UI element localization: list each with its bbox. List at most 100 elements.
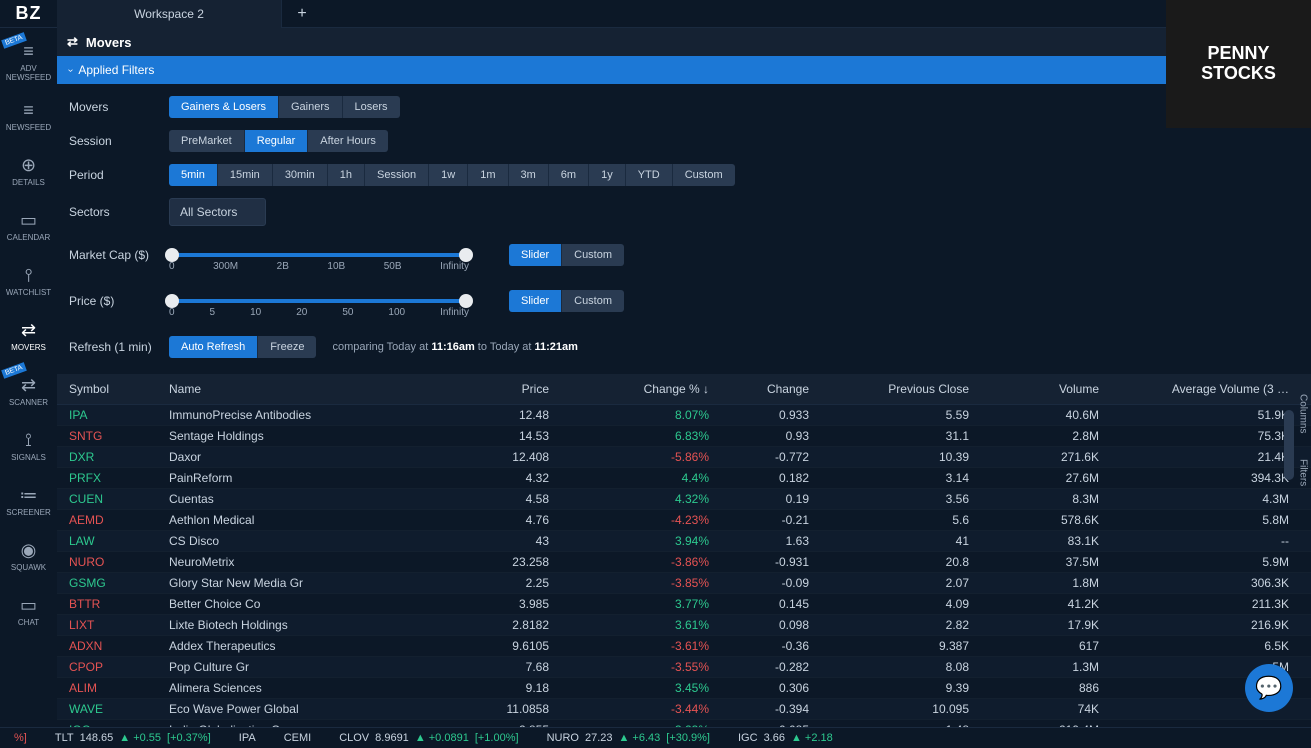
cell-symbol[interactable]: AEMD bbox=[69, 513, 169, 527]
seg-movers-option-gainers-&-losers[interactable]: Gainers & Losers bbox=[169, 96, 279, 118]
add-workspace-button[interactable]: + bbox=[282, 5, 322, 23]
table-row[interactable]: DXRDaxor12.408-5.86%-0.77210.39271.6K21.… bbox=[57, 447, 1311, 468]
seg-session-option-premarket[interactable]: PreMarket bbox=[169, 130, 245, 152]
ticker-item-CEMI[interactable]: CEMI bbox=[270, 732, 326, 744]
cell-symbol[interactable]: GSMG bbox=[69, 576, 169, 590]
table-row[interactable]: NURONeuroMetrix23.258-3.86%-0.93120.837.… bbox=[57, 552, 1311, 573]
seg-period-option-15min[interactable]: 15min bbox=[218, 164, 273, 186]
cell-symbol[interactable]: ALIM bbox=[69, 681, 169, 695]
workspace-tab[interactable]: Workspace 2 bbox=[57, 0, 282, 28]
ticker-item-CLOV[interactable]: CLOV8.9691▲ +0.0891[+1.00%] bbox=[325, 732, 532, 744]
cell-symbol[interactable]: IPA bbox=[69, 408, 169, 422]
table-body[interactable]: IPAImmunoPrecise Antibodies12.488.07%0.9… bbox=[57, 405, 1311, 727]
col-price[interactable]: Price bbox=[449, 382, 549, 396]
sidebar-item-screener[interactable]: ≔SCREENER bbox=[0, 474, 57, 529]
cell-symbol[interactable]: SNTG bbox=[69, 429, 169, 443]
sectors-select[interactable]: All Sectors bbox=[169, 198, 266, 226]
table-row[interactable]: CUENCuentas4.584.32%0.193.568.3M4.3M bbox=[57, 489, 1311, 510]
sidebar-item-adv-newsfeed[interactable]: BETA≡ADV NEWSFEED bbox=[0, 34, 57, 89]
table-row[interactable]: CPOPPop Culture Gr7.68-3.55%-0.2828.081.… bbox=[57, 657, 1311, 678]
table-row[interactable]: AEMDAethlon Medical4.76-4.23%-0.215.6578… bbox=[57, 510, 1311, 531]
col-change-pct[interactable]: Change % ↓ bbox=[549, 382, 709, 396]
price-slider-knob-min[interactable] bbox=[165, 294, 179, 308]
table-scrollbar[interactable] bbox=[1284, 410, 1294, 480]
table-row[interactable]: GSMGGlory Star New Media Gr2.25-3.85%-0.… bbox=[57, 573, 1311, 594]
table-row[interactable]: LIXTLixte Biotech Holdings2.81823.61%0.0… bbox=[57, 615, 1311, 636]
ticker-item-IPA[interactable]: IPA bbox=[225, 732, 270, 744]
mcap-slider-knob-max[interactable] bbox=[459, 248, 473, 262]
sidebar-item-scanner[interactable]: BETA⇄SCANNER bbox=[0, 364, 57, 419]
ticker-item-NURO[interactable]: NURO27.23▲ +6.43[+30.9%] bbox=[533, 732, 724, 744]
table-row[interactable]: PRFXPainReform4.324.4%0.1823.1427.6M394.… bbox=[57, 468, 1311, 489]
seg-period-option-1h[interactable]: 1h bbox=[328, 164, 365, 186]
table-row[interactable]: ADXNAddex Therapeutics9.6105-3.61%-0.369… bbox=[57, 636, 1311, 657]
cell-symbol[interactable]: LAW bbox=[69, 534, 169, 548]
sidebar-item-chat[interactable]: ▭CHAT bbox=[0, 584, 57, 639]
price-slider[interactable]: 05102050100Infinity bbox=[169, 299, 469, 303]
tog-mcap-option-custom[interactable]: Custom bbox=[562, 244, 624, 266]
seg-period-option-6m[interactable]: 6m bbox=[549, 164, 589, 186]
sidebar-item-watchlist[interactable]: ⫯WATCHLIST bbox=[0, 254, 57, 309]
cell-symbol[interactable]: PRFX bbox=[69, 471, 169, 485]
tog-mcap-option-slider[interactable]: Slider bbox=[509, 244, 562, 266]
price-slider-knob-max[interactable] bbox=[459, 294, 473, 308]
seg-refresh-option-freeze[interactable]: Freeze bbox=[258, 336, 316, 358]
seg-period-option-custom[interactable]: Custom bbox=[673, 164, 735, 186]
col-avg-volume[interactable]: Average Volume (3 … bbox=[1099, 382, 1289, 396]
ad-banner[interactable]: PENNYSTOCKS bbox=[1166, 0, 1311, 128]
cell-change: 0.933 bbox=[709, 408, 809, 422]
seg-session-option-after-hours[interactable]: After Hours bbox=[308, 130, 388, 152]
sidebar-item-newsfeed[interactable]: ≡NEWSFEED bbox=[0, 89, 57, 144]
seg-period-option-5min[interactable]: 5min bbox=[169, 164, 218, 186]
mcap-slider-knob-min[interactable] bbox=[165, 248, 179, 262]
columns-tab[interactable]: Columns bbox=[1297, 390, 1310, 437]
cell-symbol[interactable]: CUEN bbox=[69, 492, 169, 506]
tog-price-option-custom[interactable]: Custom bbox=[562, 290, 624, 312]
seg-period-option-3m[interactable]: 3m bbox=[509, 164, 549, 186]
col-prev-close[interactable]: Previous Close bbox=[809, 382, 969, 396]
seg-refresh-option-auto-refresh[interactable]: Auto Refresh bbox=[169, 336, 258, 358]
seg-period-option-1y[interactable]: 1y bbox=[589, 164, 626, 186]
cell-symbol[interactable]: CPOP bbox=[69, 660, 169, 674]
table-row[interactable]: BTTRBetter Choice Co3.9853.77%0.1454.094… bbox=[57, 594, 1311, 615]
seg-movers-option-losers[interactable]: Losers bbox=[343, 96, 400, 118]
col-change[interactable]: Change bbox=[709, 382, 809, 396]
cell-price: 12.48 bbox=[449, 408, 549, 422]
sidebar-label: SIGNALS bbox=[11, 453, 46, 462]
seg-period-option-ytd[interactable]: YTD bbox=[626, 164, 673, 186]
sidebar-item-details[interactable]: ⊕DETAILS bbox=[0, 144, 57, 199]
applied-filters-bar[interactable]: › Applied Filters bbox=[57, 56, 1311, 84]
chat-button[interactable]: 💬 bbox=[1245, 664, 1293, 712]
cell-symbol[interactable]: ADXN bbox=[69, 639, 169, 653]
filters-tab[interactable]: Filters bbox=[1297, 455, 1310, 490]
sidebar-item-calendar[interactable]: ▭CALENDAR bbox=[0, 199, 57, 254]
table-row[interactable]: SNTGSentage Holdings14.536.83%0.9331.12.… bbox=[57, 426, 1311, 447]
seg-movers-option-gainers[interactable]: Gainers bbox=[279, 96, 343, 118]
cell-avg-volume: 75.3K bbox=[1099, 429, 1289, 443]
tog-price-option-slider[interactable]: Slider bbox=[509, 290, 562, 312]
sidebar-item-squawk[interactable]: ◉SQUAWK bbox=[0, 529, 57, 584]
table-row[interactable]: IGCIndia Globalization Cap2.8553.23%0.08… bbox=[57, 720, 1311, 727]
cell-symbol[interactable]: LIXT bbox=[69, 618, 169, 632]
seg-period-option-1w[interactable]: 1w bbox=[429, 164, 468, 186]
ticker-item-IGC[interactable]: IGC3.66▲ +2.18 bbox=[724, 732, 847, 744]
seg-period-option-session[interactable]: Session bbox=[365, 164, 429, 186]
cell-symbol[interactable]: DXR bbox=[69, 450, 169, 464]
col-volume[interactable]: Volume bbox=[969, 382, 1099, 396]
seg-period-option-1m[interactable]: 1m bbox=[468, 164, 508, 186]
seg-session-option-regular[interactable]: Regular bbox=[245, 130, 309, 152]
table-row[interactable]: LAWCS Disco433.94%1.634183.1K-- bbox=[57, 531, 1311, 552]
cell-symbol[interactable]: WAVE bbox=[69, 702, 169, 716]
cell-symbol[interactable]: NURO bbox=[69, 555, 169, 569]
table-row[interactable]: WAVEEco Wave Power Global11.0858-3.44%-0… bbox=[57, 699, 1311, 720]
mcap-slider[interactable]: 0300M2B10B50BInfinity bbox=[169, 253, 469, 257]
cell-symbol[interactable]: BTTR bbox=[69, 597, 169, 611]
seg-period-option-30min[interactable]: 30min bbox=[273, 164, 328, 186]
col-name[interactable]: Name bbox=[169, 382, 449, 396]
col-symbol[interactable]: Symbol bbox=[69, 382, 169, 396]
sidebar-item-signals[interactable]: ⟟SIGNALS bbox=[0, 419, 57, 474]
table-row[interactable]: ALIMAlimera Sciences9.183.45%0.3069.3988… bbox=[57, 678, 1311, 699]
table-row[interactable]: IPAImmunoPrecise Antibodies12.488.07%0.9… bbox=[57, 405, 1311, 426]
sidebar-item-movers[interactable]: ⇄MOVERS bbox=[0, 309, 57, 364]
ticker-item-TLT[interactable]: TLT148.65▲ +0.55[+0.37%] bbox=[41, 732, 225, 744]
